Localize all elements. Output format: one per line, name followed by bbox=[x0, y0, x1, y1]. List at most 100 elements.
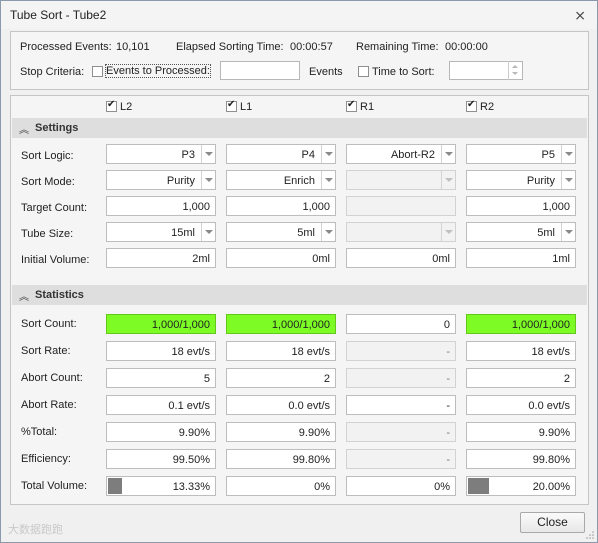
close-button[interactable]: Close bbox=[520, 512, 585, 533]
initial-volume-input-l1[interactable]: 0ml bbox=[226, 248, 336, 268]
progress-fill bbox=[468, 478, 489, 494]
column-checkbox-r1[interactable] bbox=[346, 99, 357, 112]
title-bar: Tube Sort - Tube2 ⨯ bbox=[1, 1, 597, 29]
initial-volume-input-r2[interactable]: 1ml bbox=[466, 248, 576, 268]
statistics-title: Statistics bbox=[35, 289, 84, 301]
abort-count-value-l2: 5 bbox=[106, 368, 216, 388]
chevron-down-icon[interactable] bbox=[561, 223, 575, 241]
column-label-l1: L1 bbox=[240, 101, 253, 113]
total-volume-progress-r1: 0% bbox=[346, 476, 456, 496]
sort-mode-select-r1 bbox=[346, 170, 456, 190]
total-volume-label: Total Volume: bbox=[21, 480, 88, 492]
chevron-down-icon[interactable] bbox=[561, 145, 575, 163]
column-checkbox-l2[interactable] bbox=[106, 99, 117, 112]
chevron-down-icon[interactable] bbox=[201, 145, 215, 163]
pct-total-label: %Total: bbox=[21, 426, 58, 438]
elapsed-time-label: Elapsed Sorting Time: bbox=[176, 41, 284, 53]
events-to-process-checkbox[interactable] bbox=[92, 66, 103, 77]
chevron-down-icon[interactable] bbox=[561, 171, 575, 189]
initial-volume-input-r1[interactable]: 0ml bbox=[346, 248, 456, 268]
tube-size-select-l1[interactable]: 5ml bbox=[226, 222, 336, 242]
abort-rate-value-r1: - bbox=[346, 395, 456, 415]
sort-logic-select-r1[interactable]: Abort-R2 bbox=[346, 144, 456, 164]
sort-logic-select-r2[interactable]: P5 bbox=[466, 144, 576, 164]
progress-fill bbox=[108, 478, 122, 494]
efficiency-label: Efficiency: bbox=[21, 453, 71, 465]
settings-section-header[interactable]: ︽ Settings bbox=[12, 118, 587, 138]
chevron-down-icon[interactable] bbox=[321, 145, 335, 163]
column-label-r1: R1 bbox=[360, 101, 375, 113]
sort-mode-select-l2[interactable]: Purity bbox=[106, 170, 216, 190]
collapse-icon[interactable]: ︽ bbox=[19, 121, 29, 136]
initial-volume-label: Initial Volume: bbox=[21, 254, 90, 266]
target-count-input-r1 bbox=[346, 196, 456, 216]
statistics-section-header[interactable]: ︽ Statistics bbox=[12, 285, 587, 305]
collapse-icon[interactable]: ︽ bbox=[19, 288, 29, 303]
target-count-label: Target Count: bbox=[21, 202, 88, 214]
column-checkbox-l1[interactable] bbox=[226, 99, 237, 112]
chevron-down-icon[interactable] bbox=[321, 223, 335, 241]
processed-events-value: 10,101 bbox=[116, 41, 150, 53]
sort-mode-select-r2[interactable]: Purity bbox=[466, 170, 576, 190]
initial-volume-input-l2[interactable]: 2ml bbox=[106, 248, 216, 268]
chevron-down-icon[interactable] bbox=[321, 171, 335, 189]
column-label-l2: L2 bbox=[120, 101, 133, 113]
efficiency-value-l1: 99.80% bbox=[226, 449, 336, 469]
sort-mode-label: Sort Mode: bbox=[21, 176, 75, 188]
total-volume-progress-r2: 20.00% bbox=[466, 476, 576, 496]
sort-logic-select-l1[interactable]: P4 bbox=[226, 144, 336, 164]
sort-rate-value-r2: 18 evt/s bbox=[466, 341, 576, 361]
pct-total-value-l2: 9.90% bbox=[106, 422, 216, 442]
stop-criteria-label: Stop Criteria: bbox=[20, 66, 85, 78]
sort-mode-select-l1[interactable]: Enrich bbox=[226, 170, 336, 190]
time-to-sort-checkbox[interactable] bbox=[358, 66, 369, 77]
column-checkbox-r2[interactable] bbox=[466, 99, 477, 112]
sort-rate-value-l2: 18 evt/s bbox=[106, 341, 216, 361]
pct-total-value-r1: - bbox=[346, 422, 456, 442]
sort-rate-value-l1: 18 evt/s bbox=[226, 341, 336, 361]
tube-size-select-r1 bbox=[346, 222, 456, 242]
chevron-down-icon[interactable] bbox=[201, 171, 215, 189]
remaining-time-value: 00:00:00 bbox=[445, 41, 488, 53]
settings-title: Settings bbox=[35, 122, 79, 134]
chevron-down-icon bbox=[441, 223, 455, 241]
time-to-sort-input[interactable] bbox=[449, 61, 523, 80]
target-count-input-r2[interactable]: 1,000 bbox=[466, 196, 576, 216]
total-volume-progress-l1: 0% bbox=[226, 476, 336, 496]
time-to-sort-label: Time to Sort: bbox=[372, 66, 435, 78]
watermark: 大数据跑跑 bbox=[8, 524, 63, 536]
remaining-time-label: Remaining Time: bbox=[356, 41, 439, 53]
time-spinner[interactable] bbox=[508, 61, 522, 80]
sort-rate-label: Sort Rate: bbox=[21, 345, 71, 357]
spin-up-icon[interactable] bbox=[512, 65, 518, 68]
chevron-down-icon[interactable] bbox=[441, 145, 455, 163]
sort-logic-select-l2[interactable]: P3 bbox=[106, 144, 216, 164]
abort-rate-value-l1: 0.0 evt/s bbox=[226, 395, 336, 415]
efficiency-value-r2: 99.80% bbox=[466, 449, 576, 469]
tube-sort-window: Tube Sort - Tube2 ⨯ Processed Events: 10… bbox=[0, 0, 598, 543]
abort-count-value-r1: - bbox=[346, 368, 456, 388]
resize-grip-icon[interactable] bbox=[586, 531, 594, 539]
events-to-process-input[interactable] bbox=[220, 61, 300, 80]
efficiency-value-r1: - bbox=[346, 449, 456, 469]
sort-count-label: Sort Count: bbox=[21, 318, 77, 330]
main-panel: L2 L1 R1 R2 ︽ Settings Sort Logic: P3 P4… bbox=[10, 95, 589, 505]
target-count-input-l1[interactable]: 1,000 bbox=[226, 196, 336, 216]
pct-total-value-l1: 9.90% bbox=[226, 422, 336, 442]
abort-rate-value-r2: 0.0 evt/s bbox=[466, 395, 576, 415]
column-label-r2: R2 bbox=[480, 101, 495, 113]
target-count-input-l2[interactable]: 1,000 bbox=[106, 196, 216, 216]
tube-size-select-r2[interactable]: 5ml bbox=[466, 222, 576, 242]
sort-count-value-l2: 1,000/1,000 bbox=[106, 314, 216, 334]
abort-count-value-r2: 2 bbox=[466, 368, 576, 388]
spin-down-icon[interactable] bbox=[512, 72, 518, 75]
chevron-down-icon[interactable] bbox=[201, 223, 215, 241]
chevron-down-icon bbox=[441, 171, 455, 189]
window-title: Tube Sort - Tube2 bbox=[10, 8, 107, 22]
pct-total-value-r2: 9.90% bbox=[466, 422, 576, 442]
summary-panel: Processed Events: 10,101 Elapsed Sorting… bbox=[10, 31, 589, 90]
tube-size-select-l2[interactable]: 15ml bbox=[106, 222, 216, 242]
close-icon[interactable]: ⨯ bbox=[574, 7, 586, 24]
sort-logic-label: Sort Logic: bbox=[21, 150, 74, 162]
abort-count-label: Abort Count: bbox=[21, 372, 83, 384]
